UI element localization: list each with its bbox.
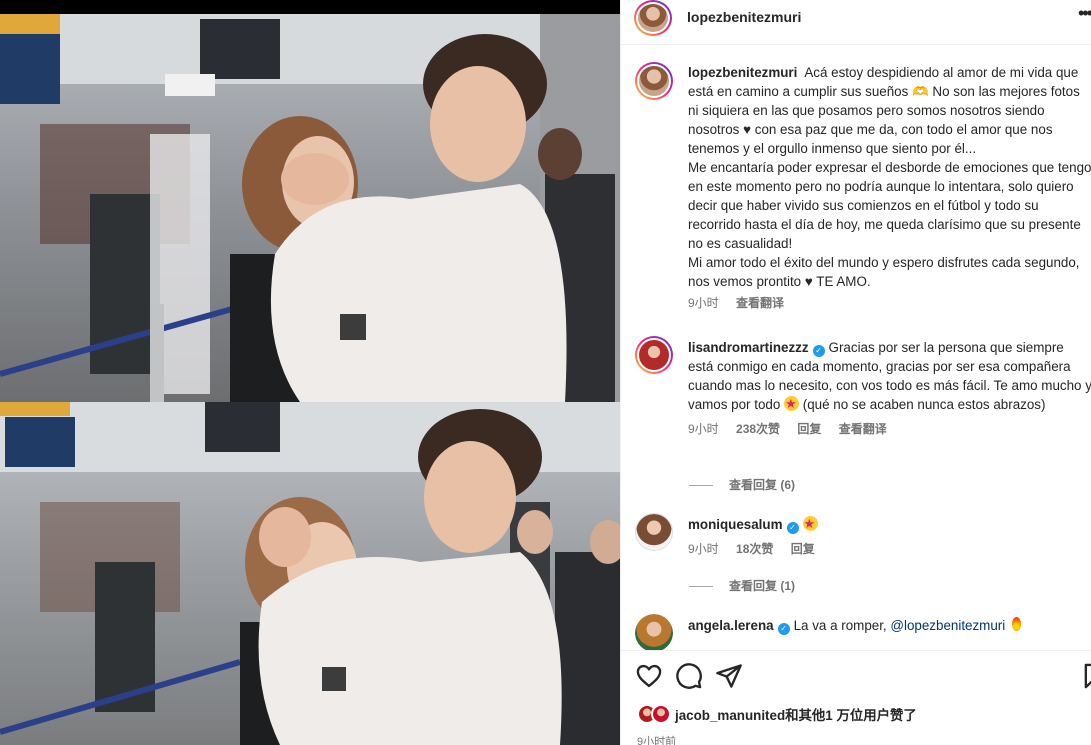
comment-time[interactable]: 9小时 — [688, 422, 719, 436]
comment-mention-link[interactable]: @lopezbenitezmuri — [890, 618, 1005, 633]
comments-list[interactable]: lopezbenitezmuri Acá estoy despidiendo a… — [621, 45, 1091, 650]
comment-username[interactable]: lisandromartinezzz — [688, 340, 809, 355]
comment-translate-link[interactable]: 查看翻译 — [839, 422, 887, 436]
verified-badge-icon: ✓ — [786, 522, 799, 534]
comment-icon[interactable] — [675, 662, 703, 690]
post-timestamp[interactable]: 9小时前 — [637, 733, 676, 745]
star-struck-emoji-icon — [784, 394, 800, 413]
view-replies-label: 查看回复 (1) — [729, 579, 796, 593]
post-details-panel: lopezbenitezmuri ••• lopezbenitezmuri Ac… — [620, 0, 1091, 745]
heart-icon[interactable] — [635, 662, 663, 690]
liked-by-text: jacob_manunited和其他1 万位用户赞了 — [675, 708, 917, 723]
paper-plane-icon[interactable] — [715, 662, 743, 690]
caption-translate-link[interactable]: 查看翻译 — [736, 296, 784, 310]
post-photo-2[interactable] — [0, 402, 620, 745]
replies-dash — [689, 485, 713, 487]
comment-username[interactable]: angela.lerena — [688, 618, 774, 633]
comment-text: La va a romper, — [793, 618, 887, 633]
post-photo-1[interactable] — [0, 14, 620, 402]
post-media[interactable] — [0, 0, 620, 745]
caption-text-2: Me encantaría poder expresar el desborde… — [688, 160, 1091, 251]
star-struck-emoji-icon — [802, 514, 818, 533]
author-username[interactable]: lopezbenitezmuri — [687, 9, 801, 25]
comment-likes[interactable]: 238次赞 — [736, 422, 780, 436]
commenter-avatar[interactable] — [635, 336, 673, 374]
caption-text-3: Mi amor todo el éxito del mundo y espero… — [688, 255, 1080, 289]
comment-text-after: (qué no se acaben nunca estos abrazos) — [802, 397, 1046, 412]
bookmark-icon[interactable] — [1080, 662, 1091, 690]
comment-time[interactable]: 9小时 — [688, 542, 719, 556]
view-replies-button[interactable]: 查看回复 (1) — [689, 577, 795, 594]
action-bar — [621, 660, 1091, 692]
comment-likes[interactable]: 18次赞 — [736, 542, 773, 556]
verified-badge-icon: ✓ — [777, 623, 790, 635]
media-top-bar — [0, 0, 620, 14]
caption-username[interactable]: lopezbenitezmuri — [688, 65, 797, 80]
comment-username[interactable]: moniquesalum — [688, 517, 783, 532]
caption-time[interactable]: 9小时 — [688, 296, 719, 310]
comment-reply-button[interactable]: 回复 — [797, 422, 821, 436]
comment-reply-button[interactable]: 回复 — [791, 542, 815, 556]
view-replies-label: 查看回复 (6) — [729, 478, 796, 492]
post-header: lopezbenitezmuri ••• — [621, 0, 1091, 36]
commenter-avatar[interactable] — [635, 513, 673, 551]
commenter-avatar[interactable] — [635, 614, 673, 650]
footer-divider — [621, 650, 1091, 651]
fire-emoji-icon — [1009, 617, 1024, 632]
replies-dash — [689, 586, 713, 588]
author-avatar[interactable] — [634, 0, 672, 36]
view-replies-button[interactable]: 查看回复 (6) — [689, 476, 795, 493]
verified-badge-icon: ✓ — [812, 345, 825, 357]
more-options-icon[interactable]: ••• — [1078, 6, 1091, 26]
liker-avatar-2 — [651, 704, 671, 724]
liked-by-summary[interactable]: jacob_manunited和其他1 万位用户赞了 — [637, 704, 917, 724]
caption-avatar[interactable] — [635, 62, 673, 100]
